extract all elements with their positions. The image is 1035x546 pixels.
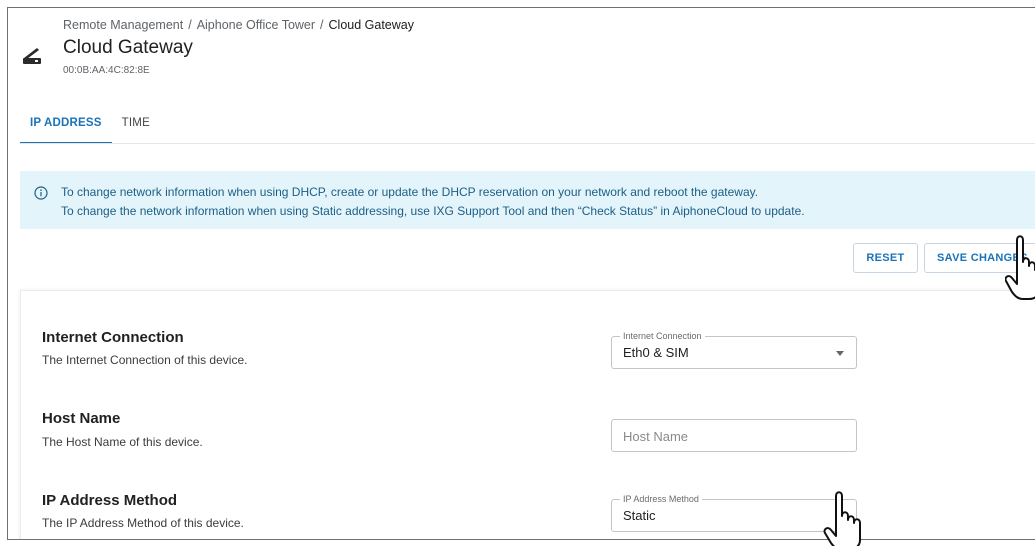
breadcrumb-office-tower[interactable]: Aiphone Office Tower: [197, 18, 315, 32]
settings-card: Internet Connection The Internet Connect…: [20, 290, 1035, 539]
chevron-down-icon: [836, 351, 844, 356]
info-banner: To change network information when using…: [20, 171, 1035, 229]
internet-connection-description: The Internet Connection of this device.: [42, 353, 248, 367]
info-icon: [34, 186, 48, 200]
hand-cursor-icon: [1004, 232, 1035, 307]
ip-address-method-description: The IP Address Method of this device.: [42, 516, 244, 530]
hand-cursor-icon: [822, 490, 868, 546]
ip-address-method-value: Static: [623, 508, 656, 523]
breadcrumb: Remote Management / Aiphone Office Tower / C…: [63, 18, 414, 32]
page-title: Cloud Gateway: [63, 37, 193, 58]
tab-bar: IP ADDRESS TIME: [20, 116, 160, 144]
host-name-input[interactable]: Host Name: [611, 419, 857, 452]
mac-address: 00:0B:AA:4C:82:8E: [63, 65, 150, 76]
tab-ip-address[interactable]: IP ADDRESS: [20, 116, 112, 144]
breadcrumb-current: Cloud Gateway: [328, 18, 414, 32]
host-name-title: Host Name: [42, 410, 121, 427]
banner-text-static: To change the network information when u…: [61, 204, 805, 218]
internet-connection-select[interactable]: Internet Connection Eth0 & SIM: [611, 330, 857, 369]
ip-address-method-select[interactable]: IP Address Method Static: [611, 493, 857, 532]
banner-text-dhcp: To change network information when using…: [61, 185, 759, 199]
internet-connection-value: Eth0 & SIM: [623, 345, 689, 360]
tabs-divider: [20, 143, 1035, 144]
internet-connection-title: Internet Connection: [42, 329, 184, 346]
breadcrumb-remote-management[interactable]: Remote Management: [63, 18, 183, 32]
breadcrumb-separator: /: [320, 18, 324, 32]
app-frame: Remote Management / Aiphone Office Tower / C…: [7, 7, 1035, 540]
host-name-description: The Host Name of this device.: [42, 435, 203, 449]
tab-time[interactable]: TIME: [112, 116, 160, 144]
reset-button[interactable]: RESET: [853, 243, 918, 273]
ip-address-method-title: IP Address Method: [42, 492, 178, 509]
host-name-placeholder: Host Name: [623, 429, 689, 444]
ip-address-method-field-label: IP Address Method: [620, 493, 702, 505]
gateway-device-icon: [21, 44, 43, 66]
breadcrumb-separator: /: [188, 18, 192, 32]
internet-connection-field-label: Internet Connection: [620, 330, 705, 342]
